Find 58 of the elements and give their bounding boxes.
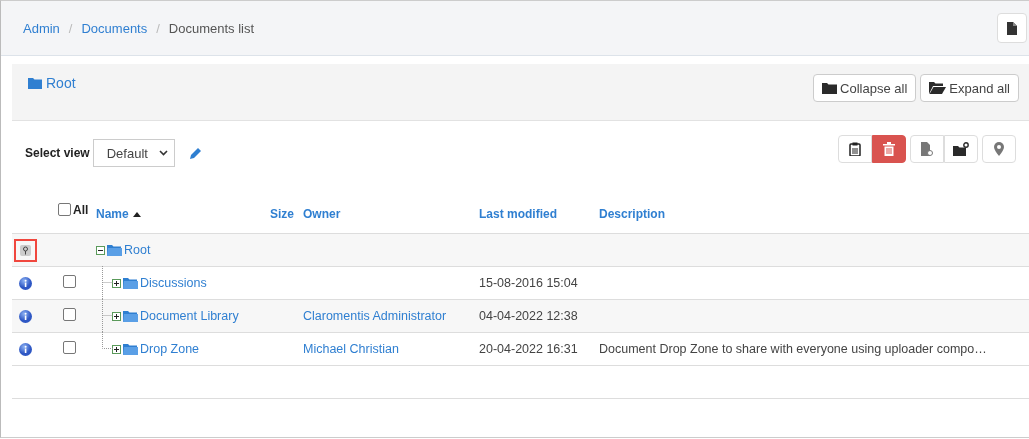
column-header[interactable]: Last modified xyxy=(479,207,557,221)
tree-action-button[interactable]: Expand all xyxy=(920,74,1019,102)
modified-date: 04-04-2022 12:38 xyxy=(479,309,578,323)
open-folder-icon xyxy=(107,244,122,256)
breadcrumb-link[interactable]: Documents xyxy=(81,20,148,36)
breadcrumb-link[interactable]: Admin xyxy=(23,20,60,36)
clipboard-button[interactable] xyxy=(838,135,872,163)
select-all-label: All xyxy=(73,203,89,217)
breadcrumb-separator: / xyxy=(68,20,73,36)
view-select[interactable]: Default xyxy=(92,139,175,167)
document-icon xyxy=(1007,21,1017,35)
edit-icon[interactable] xyxy=(188,146,203,160)
row-checkbox[interactable] xyxy=(63,341,76,354)
expand-toggle-icon[interactable] xyxy=(112,311,121,321)
pin-button[interactable] xyxy=(982,135,1016,163)
map-pin-icon xyxy=(994,142,1004,156)
folder-button[interactable] xyxy=(944,135,978,163)
breadcrumb-current: Documents list xyxy=(168,20,255,36)
tree-line xyxy=(102,266,113,299)
expand-toggle-icon[interactable] xyxy=(112,278,121,288)
column-header[interactable]: Description xyxy=(599,207,665,221)
select-view-label: Select view xyxy=(25,146,90,160)
chevron-down-icon xyxy=(158,150,168,156)
info-icon[interactable] xyxy=(19,276,32,290)
select-all-checkbox[interactable] xyxy=(58,203,71,216)
file-button[interactable] xyxy=(910,135,944,163)
column-header[interactable]: Size xyxy=(270,207,294,221)
expand-toggle-icon[interactable] xyxy=(112,344,121,354)
file-icon xyxy=(921,142,933,156)
breadcrumb-separator: / xyxy=(156,20,160,36)
key-icon[interactable] xyxy=(20,244,31,256)
folder-link[interactable]: Root xyxy=(124,243,151,257)
column-header[interactable]: Name xyxy=(96,207,141,221)
folder-icon xyxy=(953,142,969,156)
document-button[interactable] xyxy=(997,13,1027,43)
folder-icon xyxy=(123,277,138,289)
info-icon[interactable] xyxy=(19,342,32,356)
clipboard-icon xyxy=(849,142,861,156)
folder-icon xyxy=(123,310,138,322)
folder-link[interactable]: Discussions xyxy=(140,276,207,290)
owner-link[interactable]: Michael Christian xyxy=(303,342,399,356)
trash-icon xyxy=(883,142,895,156)
modified-date: 15-08-2016 15:04 xyxy=(479,276,578,290)
open-folder-icon xyxy=(929,82,947,94)
tree-action-button[interactable]: Collapse all xyxy=(813,74,917,102)
info-icon[interactable] xyxy=(19,309,32,323)
collapse-toggle-icon[interactable] xyxy=(96,245,105,255)
description-text: Document Drop Zone to share with everyone using uploader compo… xyxy=(599,342,987,356)
root-folder-link[interactable]: Root xyxy=(28,74,76,92)
row-checkbox[interactable] xyxy=(63,275,76,288)
row-checkbox[interactable] xyxy=(63,308,76,321)
modified-date: 20-04-2022 16:31 xyxy=(479,342,578,356)
folder-icon xyxy=(28,77,42,89)
folder-icon xyxy=(822,82,838,94)
folder-link[interactable]: Drop Zone xyxy=(140,342,200,356)
trash-button[interactable] xyxy=(872,135,906,163)
folder-icon xyxy=(123,343,138,355)
column-header[interactable]: Owner xyxy=(303,207,341,221)
